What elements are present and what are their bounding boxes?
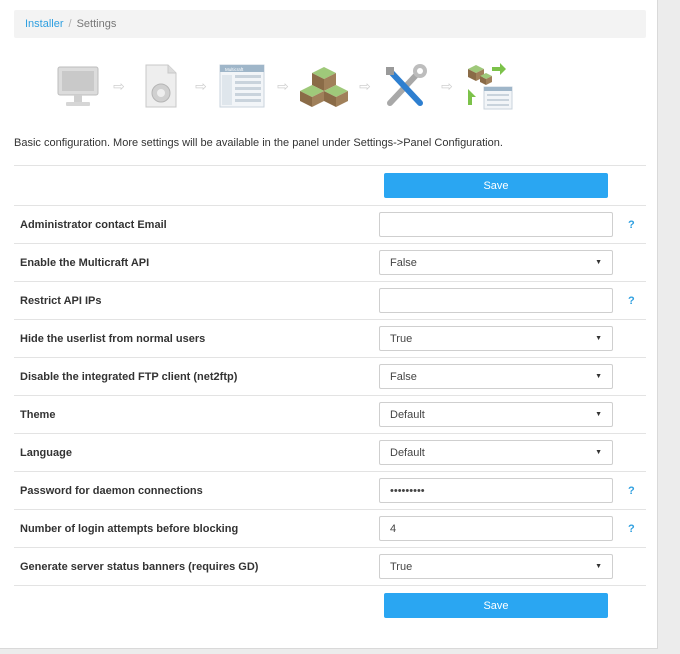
breadcrumb-installer-link[interactable]: Installer [25, 18, 64, 30]
breadcrumb-current: Settings [76, 18, 117, 30]
disable-ftp-select[interactable]: False ▼ [379, 364, 613, 389]
restrict-api-ips-help-icon[interactable]: ? [628, 282, 635, 320]
row-disable-ftp: Disable the integrated FTP client (net2f… [14, 358, 646, 396]
chevron-down-icon: ▼ [595, 563, 602, 570]
restrict-api-ips-label: Restrict API IPs [20, 295, 102, 307]
daemon-password-input[interactable]: ••••••••• [379, 478, 613, 503]
disable-ftp-value: False [390, 370, 417, 383]
hide-userlist-value: True [390, 332, 413, 345]
row-restrict-api-ips: Restrict API IPs ? [14, 282, 646, 320]
chevron-down-icon: ▼ [595, 449, 602, 456]
chevron-down-icon: ▼ [595, 411, 602, 418]
enable-api-select[interactable]: False ▼ [379, 250, 613, 275]
step-arrow-icon: ⇨ [359, 77, 371, 94]
row-status-banners: Generate server status banners (requires… [14, 548, 646, 586]
hide-userlist-select[interactable]: True ▼ [379, 326, 613, 351]
chevron-down-icon: ▼ [595, 373, 602, 380]
login-attempts-label: Number of login attempts before blocking [20, 523, 239, 535]
installer-panel: Installer / Settings ⇨ ⇨ Multicraft ⇨ ⇨ … [0, 0, 658, 649]
daemon-password-label: Password for daemon connections [20, 485, 203, 497]
step-arrow-icon: ⇨ [441, 77, 453, 94]
daemon-password-help-icon[interactable]: ? [628, 472, 635, 510]
panel-screenshot-icon: Multicraft [219, 64, 265, 108]
admin-email-help-icon[interactable]: ? [628, 206, 635, 244]
theme-value: Default [390, 408, 425, 421]
status-banners-label: Generate server status banners (requires… [20, 561, 259, 573]
theme-select[interactable]: Default ▼ [379, 402, 613, 427]
admin-email-input[interactable] [379, 212, 613, 237]
row-theme: Theme Default ▼ [14, 396, 646, 434]
save-button-top[interactable]: Save [384, 173, 608, 198]
enable-api-label: Enable the Multicraft API [20, 257, 150, 269]
language-select[interactable]: Default ▼ [379, 440, 613, 465]
step-arrow-icon: ⇨ [113, 77, 125, 94]
row-login-attempts: Number of login attempts before blocking… [14, 510, 646, 548]
intro-text: Basic configuration. More settings will … [14, 137, 503, 149]
admin-email-label: Administrator contact Email [20, 219, 167, 231]
save-row-bottom: Save [14, 586, 646, 626]
enable-api-value: False [390, 256, 417, 269]
blocks-icon [300, 67, 348, 107]
row-hide-userlist: Hide the userlist from normal users True… [14, 320, 646, 358]
row-language: Language Default ▼ [14, 434, 646, 472]
settings-table: Save Administrator contact Email ? Enabl… [14, 165, 646, 626]
save-row-top: Save [14, 166, 646, 206]
tools-icon [386, 64, 427, 106]
status-banners-value: True [390, 560, 413, 573]
language-value: Default [390, 446, 425, 459]
breadcrumb-separator: / [68, 18, 72, 30]
language-label: Language [20, 447, 72, 459]
row-admin-email: Administrator contact Email ? [14, 206, 646, 244]
theme-label: Theme [20, 409, 56, 421]
breadcrumb: Installer / Settings [14, 10, 646, 38]
row-daemon-password: Password for daemon connections ••••••••… [14, 472, 646, 510]
restrict-api-ips-input[interactable] [379, 288, 613, 313]
chevron-down-icon: ▼ [595, 335, 602, 342]
step-arrow-icon: ⇨ [195, 77, 207, 94]
login-attempts-help-icon[interactable]: ? [628, 510, 635, 548]
chevron-down-icon: ▼ [595, 259, 602, 266]
blocks-panel-icon [468, 63, 513, 110]
panel-screenshot-caption: Multicraft [225, 67, 244, 72]
document-gear-icon [145, 64, 177, 108]
row-enable-api: Enable the Multicraft API False ▼ [14, 244, 646, 282]
login-attempts-input[interactable] [379, 516, 613, 541]
monitor-icon [57, 66, 99, 106]
save-button-bottom[interactable]: Save [384, 593, 608, 618]
disable-ftp-label: Disable the integrated FTP client (net2f… [20, 371, 238, 383]
daemon-password-value: ••••••••• [390, 484, 425, 497]
hide-userlist-label: Hide the userlist from normal users [20, 333, 206, 345]
status-banners-select[interactable]: True ▼ [379, 554, 613, 579]
step-arrow-icon: ⇨ [277, 77, 289, 94]
installer-steps: ⇨ ⇨ Multicraft ⇨ ⇨ ⇨ [52, 58, 514, 114]
